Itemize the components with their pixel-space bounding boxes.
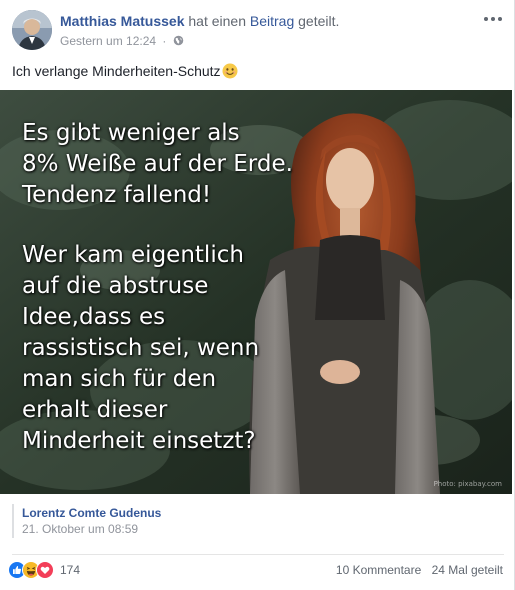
smile-emoji-icon (222, 63, 238, 79)
share-count-link[interactable]: 24 Mal geteilt (432, 563, 503, 577)
globe-icon[interactable] (173, 35, 184, 46)
image-text-line: Tendenz fallend! (22, 182, 212, 208)
image-text-line: Es gibt weniger als (22, 120, 240, 146)
meta-separator: · (162, 34, 167, 48)
original-author-name[interactable]: Lorentz Comte Gudenus (22, 506, 161, 520)
original-post-date[interactable]: 21. Oktober um 08:59 (22, 522, 138, 536)
image-text-line: man sich für den (22, 366, 217, 392)
post-header: Matthias Matussek hat einen Beitrag gete… (12, 10, 504, 50)
post-text: Ich verlange Minderheiten-Schutz (12, 62, 238, 80)
image-text-line: Minderheit einsetzt? (22, 428, 256, 454)
image-text-block-2: Wer kam eigentlich auf die abstruse Idee… (22, 240, 259, 457)
image-watermark: Photo: pixabay.com (433, 480, 502, 488)
engagement-counts: 10 Kommentare 24 Mal geteilt (336, 563, 503, 577)
post-footer: 174 10 Kommentare 24 Mal geteilt (8, 561, 503, 581)
image-text-line: Idee,dass es (22, 304, 166, 330)
comment-count-link[interactable]: 10 Kommentare (336, 563, 421, 577)
shared-post-attribution: Lorentz Comte Gudenus 21. Oktober um 08:… (12, 500, 502, 546)
avatar[interactable] (12, 10, 52, 50)
post-image[interactable]: Es gibt weniger als 8% Weiße auf der Erd… (0, 90, 512, 494)
post-timestamp[interactable]: Gestern um 12:24 (60, 34, 156, 48)
more-options-icon[interactable] (484, 14, 504, 24)
image-text-line: auf die abstruse (22, 273, 209, 299)
image-text-line: rassistisch sei, wenn (22, 335, 260, 361)
post-meta: Gestern um 12:24 · (60, 34, 184, 48)
action-prefix: hat einen (188, 13, 246, 29)
footer-divider (12, 554, 504, 555)
attribution-bar (12, 504, 14, 538)
action-suffix: geteilt. (298, 13, 340, 29)
post-link[interactable]: Beitrag (250, 13, 294, 29)
image-text-line: Wer kam eigentlich (22, 242, 244, 268)
image-text-block-1: Es gibt weniger als 8% Weiße auf der Erd… (22, 118, 293, 211)
post-text-content: Ich verlange Minderheiten-Schutz (12, 63, 221, 79)
author-line: Matthias Matussek hat einen Beitrag gete… (60, 12, 339, 30)
reaction-summary[interactable]: 174 (8, 561, 80, 579)
image-text-line: erhalt dieser (22, 397, 168, 423)
image-text-line: 8% Weiße auf der Erde. (22, 151, 293, 177)
author-name[interactable]: Matthias Matussek (60, 13, 184, 29)
love-reaction-icon (36, 561, 54, 579)
reaction-count[interactable]: 174 (60, 563, 80, 577)
post-card: Matthias Matussek hat einen Beitrag gete… (0, 0, 515, 590)
